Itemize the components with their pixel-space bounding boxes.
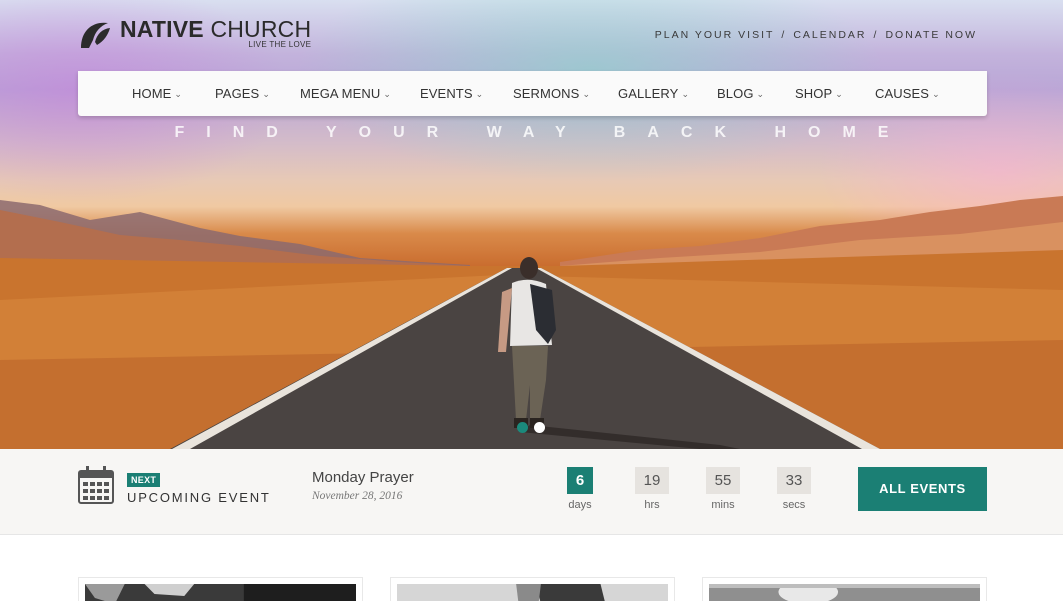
site-logo[interactable]: NATIVE CHURCH LIVE THE LOVE [78,16,311,52]
countdown-hours-value: 19 [635,467,669,494]
post-card[interactable] [78,577,363,601]
countdown-hours: 19 hrs [635,467,669,511]
slider-dot-2[interactable] [534,422,545,433]
slider-dot-1[interactable] [517,422,528,433]
top-link-separator: / [873,29,879,41]
calendar-link[interactable]: CALENDAR [793,29,866,41]
nav-item-home[interactable]: HOME ⌄ [132,86,182,101]
nav-item-label: GALLERY [618,86,679,101]
post-card[interactable] [702,577,987,601]
calendar-icon [78,466,114,504]
brand-name: NATIVE CHURCH [120,16,311,42]
all-events-button[interactable]: ALL EVENTS [858,467,987,511]
nav-item-label: SHOP [795,86,833,101]
post-card[interactable] [390,577,675,601]
countdown-mins-unit: mins [711,499,735,511]
chevron-down-icon: ⌄ [932,89,940,99]
chevron-down-icon: ⌄ [383,89,392,99]
nav-item-sermons[interactable]: SERMONS ⌄ [513,86,590,101]
countdown-secs-unit: secs [782,499,806,511]
event-title[interactable]: Monday Prayer [312,469,414,486]
top-links: PLAN YOUR VISIT / CALENDAR / DONATE NOW [655,29,977,41]
plan-your-visit-link[interactable]: PLAN YOUR VISIT [655,29,775,41]
post-card-image [397,584,668,601]
nav-item-label: BLOG [717,86,754,101]
post-card-image [85,584,356,601]
chevron-down-icon: ⌄ [835,89,843,99]
chevron-down-icon: ⌄ [262,89,270,99]
page: NATIVE CHURCH LIVE THE LOVE PLAN YOUR VI… [0,0,1063,601]
top-link-separator: / [781,29,787,41]
upcoming-event-label: UPCOMING EVENT [127,490,271,505]
hero-tagline: FIND YOUR WAY BACK HOME [174,124,911,141]
brand-name-light: CHURCH [210,16,312,42]
countdown-secs-value: 33 [777,467,811,494]
brand-name-bold: NATIVE [120,16,204,42]
nav-item-gallery[interactable]: GALLERY ⌄ [618,86,689,101]
hero-slider: NATIVE CHURCH LIVE THE LOVE PLAN YOUR VI… [0,0,1063,449]
nav-item-events[interactable]: EVENTS ⌄ [420,86,483,101]
countdown-secs: 33 secs [777,467,811,511]
hero-image [0,196,1063,449]
nav-item-label: PAGES [215,86,260,101]
main-nav: HOME ⌄ PAGES ⌄ MEGA MENU ⌄ EVENTS ⌄ SERMONS ⌄… [78,71,987,116]
next-badge: NEXT [127,473,161,487]
chevron-down-icon: ⌄ [475,89,484,99]
countdown-days-unit: days [568,499,592,511]
slider-pagination [517,422,545,433]
nav-item-label: SERMONS [513,86,580,101]
nav-item-shop[interactable]: SHOP ⌄ [795,86,843,101]
nav-item-label: HOME [132,86,172,101]
nav-item-label: CAUSES [875,86,930,101]
countdown-mins: 55 mins [706,467,740,511]
donate-now-link[interactable]: DONATE NOW [885,29,977,41]
countdown-days-value: 6 [567,467,593,494]
nav-item-label: MEGA MENU [300,86,381,101]
post-card-image [709,580,980,601]
countdown-mins-value: 55 [706,467,740,494]
nav-item-blog[interactable]: BLOG ⌄ [717,86,764,101]
church-arc-logo-icon [81,22,110,48]
countdown-days: 6 days [567,467,593,511]
chevron-down-icon: ⌄ [582,89,591,99]
nav-item-pages[interactable]: PAGES ⌄ [215,86,270,101]
nav-item-label: EVENTS [420,86,473,101]
event-date: November 28, 2016 [312,490,403,502]
countdown-hours-unit: hrs [644,499,660,511]
nav-item-causes[interactable]: CAUSES ⌄ [875,86,940,101]
chevron-down-icon: ⌄ [174,89,183,99]
chevron-down-icon: ⌄ [681,89,690,99]
chevron-down-icon: ⌄ [756,89,765,99]
nav-item-mega-menu[interactable]: MEGA MENU ⌄ [300,86,391,101]
